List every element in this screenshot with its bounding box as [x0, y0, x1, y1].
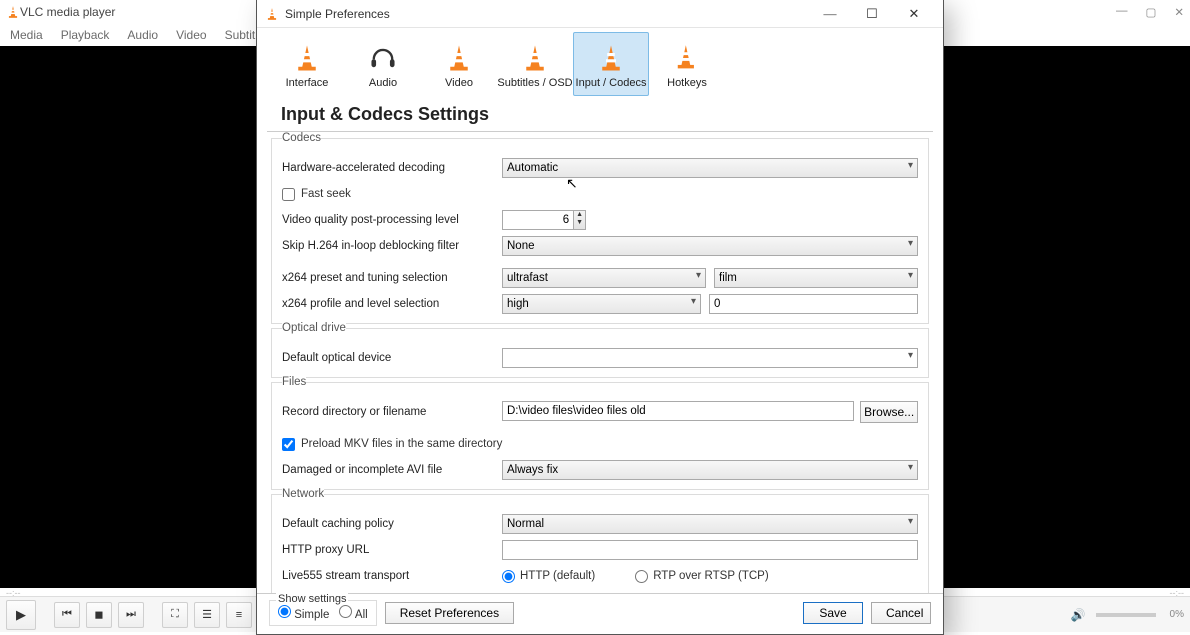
dialog-close-icon[interactable]: ✕: [893, 1, 935, 27]
live555-rtp-label: RTP over RTSP (TCP): [653, 570, 768, 582]
proxy-label: HTTP proxy URL: [282, 544, 502, 556]
record-dir-label: Record directory or filename: [282, 406, 502, 418]
ext-settings-button[interactable]: ☰: [194, 602, 220, 628]
volume-icon[interactable]: 🔊: [1071, 608, 1086, 622]
live555-http-label: HTTP (default): [520, 570, 595, 582]
play-button[interactable]: ▶: [6, 600, 36, 630]
optical-device-label: Default optical device: [282, 352, 502, 364]
section-files: Files Record directory or filename Brows…: [271, 382, 929, 490]
x264level-input[interactable]: [709, 294, 918, 314]
tab-subtitles[interactable]: Subtitles / OSD: [497, 32, 573, 96]
fullscreen-button[interactable]: ⛶: [162, 602, 188, 628]
section-codecs: Codecs Hardware-accelerated decoding Aut…: [271, 138, 929, 324]
volume-percent: 0%: [1170, 609, 1184, 620]
tab-input-codecs[interactable]: Input / Codecs: [573, 32, 649, 96]
prev-button[interactable]: ⏮: [54, 602, 80, 628]
vq-label: Video quality post-processing level: [282, 214, 502, 226]
section-title: Files: [282, 376, 306, 388]
tab-label: Audio: [369, 77, 397, 89]
avi-label: Damaged or incomplete AVI file: [282, 464, 502, 476]
x264preset-select[interactable]: ultrafast: [502, 268, 706, 288]
caching-select[interactable]: Normal: [502, 514, 918, 534]
dialog-title: Simple Preferences: [285, 7, 390, 21]
app-title: VLC media player: [20, 5, 115, 19]
tab-label: Input / Codecs: [576, 77, 647, 89]
hw-decode-label: Hardware-accelerated decoding: [282, 162, 502, 174]
section-title: Optical drive: [282, 322, 346, 334]
time-elapsed: --:--: [6, 588, 21, 594]
fast-seek-label: Fast seek: [301, 188, 351, 200]
x264profile-label: x264 profile and level selection: [282, 298, 502, 310]
vq-spinner[interactable]: ▲▼: [574, 210, 586, 230]
cancel-button[interactable]: Cancel: [871, 602, 931, 624]
menu-playback[interactable]: Playback: [61, 28, 110, 42]
fast-seek-checkbox[interactable]: [282, 188, 295, 201]
browse-button[interactable]: Browse...: [860, 401, 918, 423]
main-maximize-icon[interactable]: ▢: [1145, 5, 1156, 19]
record-dir-input[interactable]: [502, 401, 854, 421]
menu-audio[interactable]: Audio: [127, 28, 158, 42]
caching-label: Default caching policy: [282, 518, 502, 530]
stop-button[interactable]: ◼: [86, 602, 112, 628]
volume-slider[interactable]: [1096, 613, 1156, 617]
section-title: Codecs: [282, 132, 321, 144]
section-optical: Optical drive Default optical device: [271, 328, 929, 378]
preferences-dialog: Simple Preferences — ☐ ✕ Interface Audio…: [256, 0, 944, 635]
page-heading: Input & Codecs Settings: [267, 96, 933, 132]
preload-mkv-checkbox[interactable]: [282, 438, 295, 451]
live555-rtp-radio[interactable]: [635, 570, 648, 583]
next-button[interactable]: ⏭: [118, 602, 144, 628]
tab-interface[interactable]: Interface: [269, 32, 345, 96]
time-total: --:--: [1170, 588, 1185, 594]
live555-label: Live555 stream transport: [282, 570, 502, 582]
skip264-select[interactable]: None: [502, 236, 918, 256]
dialog-maximize-icon[interactable]: ☐: [851, 1, 893, 27]
hw-decode-select[interactable]: Automatic: [502, 158, 918, 178]
proxy-input[interactable]: [502, 540, 918, 560]
show-simple-radio[interactable]: [278, 605, 291, 618]
main-minimize-icon[interactable]: —: [1116, 5, 1128, 19]
x264profile-select[interactable]: high: [502, 294, 701, 314]
tab-label: Hotkeys: [667, 77, 707, 89]
section-network: Network Default caching policy Normal HT…: [271, 494, 929, 593]
show-all-label: All: [355, 609, 368, 621]
save-button[interactable]: Save: [803, 602, 863, 624]
x264tune-select[interactable]: film: [714, 268, 918, 288]
reset-preferences-button[interactable]: Reset Preferences: [385, 602, 514, 624]
show-all-radio[interactable]: [339, 605, 352, 618]
show-settings-group: Show settings Simple All: [269, 600, 377, 626]
menu-video[interactable]: Video: [176, 28, 206, 42]
preload-mkv-label: Preload MKV files in the same directory: [301, 438, 502, 450]
tab-label: Interface: [286, 77, 329, 89]
main-close-icon[interactable]: ✕: [1174, 5, 1184, 19]
live555-http-radio[interactable]: [502, 570, 515, 583]
tab-hotkeys[interactable]: Hotkeys: [649, 32, 725, 96]
avi-select[interactable]: Always fix: [502, 460, 918, 480]
section-title: Network: [282, 488, 324, 500]
show-settings-title: Show settings: [276, 593, 348, 605]
playlist-button[interactable]: ≡: [226, 602, 252, 628]
vq-input[interactable]: [502, 210, 574, 230]
x264preset-label: x264 preset and tuning selection: [282, 272, 502, 284]
tab-label: Subtitles / OSD: [497, 77, 572, 89]
tab-video[interactable]: Video: [421, 32, 497, 96]
tab-label: Video: [445, 77, 473, 89]
skip264-label: Skip H.264 in-loop deblocking filter: [282, 240, 502, 252]
optical-device-select[interactable]: [502, 348, 918, 368]
tab-audio[interactable]: Audio: [345, 32, 421, 96]
show-simple-label: Simple: [294, 609, 329, 621]
dialog-minimize-icon[interactable]: —: [809, 1, 851, 27]
menu-media[interactable]: Media: [10, 28, 43, 42]
